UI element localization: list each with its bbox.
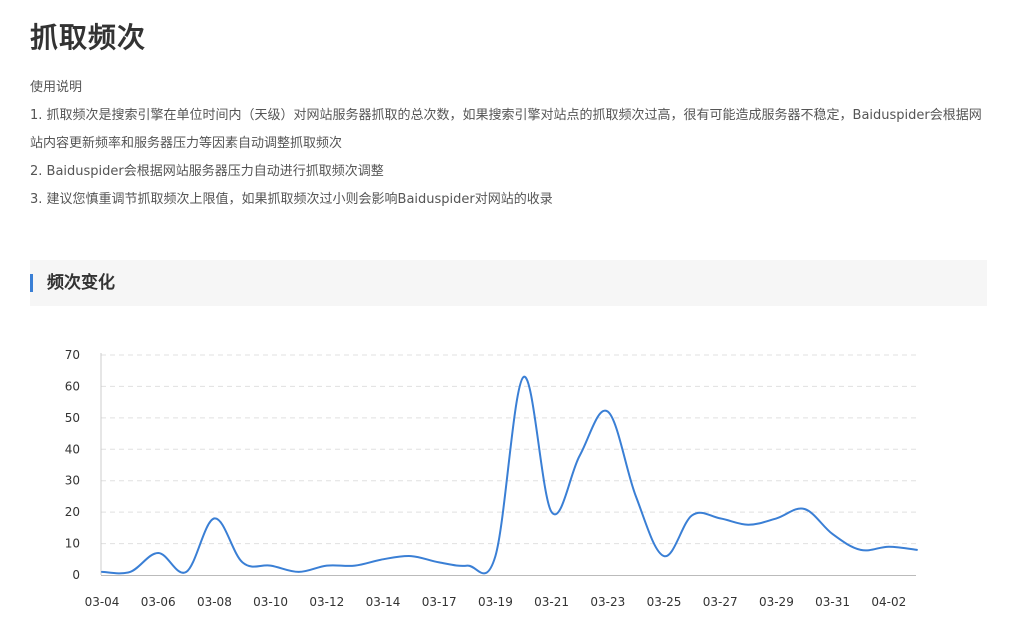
x-tick-label: 04-02 bbox=[871, 595, 906, 609]
x-tick-label: 03-17 bbox=[422, 595, 457, 609]
x-tick-label: 03-23 bbox=[590, 595, 625, 609]
x-tick-label: 03-31 bbox=[815, 595, 850, 609]
y-tick-label: 70 bbox=[65, 348, 80, 362]
y-tick-label: 60 bbox=[65, 379, 80, 393]
x-tick-label: 03-19 bbox=[478, 595, 513, 609]
x-tick-label: 03-06 bbox=[141, 595, 176, 609]
section-accent-bar bbox=[30, 274, 33, 292]
x-tick-label: 03-10 bbox=[253, 595, 288, 609]
chart-x-axis: 03-04 03-06 03-08 03-10 03-12 03-14 03-17 03-19… bbox=[85, 575, 916, 609]
x-tick-label: 03-14 bbox=[366, 595, 401, 609]
y-tick-label: 30 bbox=[65, 474, 80, 488]
usage-heading: 使用说明 bbox=[30, 80, 83, 95]
chart-grid bbox=[101, 354, 916, 545]
x-tick-label: 03-04 bbox=[85, 595, 120, 609]
y-tick-label: 20 bbox=[65, 505, 80, 519]
y-tick-label: 0 bbox=[72, 568, 80, 582]
usage-item-3: 3. 建议您慎重调节抓取频次上限值，如果抓取频次过小则会影响Baiduspide… bbox=[30, 192, 553, 207]
frequency-chart-svg: 0 10 20 30 40 50 60 70 03-04 03-06 03-08 03-10 03-1… bbox=[65, 348, 918, 609]
chart-y-axis: 0 10 20 30 40 50 60 70 bbox=[65, 348, 102, 582]
page-title: 抓取频次 bbox=[30, 21, 147, 54]
y-tick-label: 10 bbox=[65, 537, 80, 551]
section-header: 频次变化 bbox=[30, 260, 987, 306]
usage-instructions: 使用说明 1. 抓取频次是搜索引擎在单位时间内（天级）对网站服务器抓取的总次数，… bbox=[30, 74, 990, 214]
usage-item-1: 1. 抓取频次是搜索引擎在单位时间内（天级）对网站服务器抓取的总次数，如果搜索引… bbox=[30, 108, 982, 151]
y-tick-label: 40 bbox=[65, 442, 80, 456]
x-tick-label: 03-12 bbox=[309, 595, 344, 609]
x-tick-label: 03-29 bbox=[759, 595, 794, 609]
frequency-chart: 0 10 20 30 40 50 60 70 03-04 03-06 03-08 03-10 03-1… bbox=[0, 330, 1021, 617]
y-tick-label: 50 bbox=[65, 411, 80, 425]
x-tick-label: 03-27 bbox=[703, 595, 738, 609]
x-tick-label: 03-21 bbox=[534, 595, 569, 609]
section-title: 频次变化 bbox=[47, 273, 115, 293]
x-tick-label: 03-25 bbox=[647, 595, 682, 609]
usage-item-2: 2. Baiduspider会根据网站服务器压力自动进行抓取频次调整 bbox=[30, 164, 384, 179]
x-tick-label: 03-08 bbox=[197, 595, 232, 609]
